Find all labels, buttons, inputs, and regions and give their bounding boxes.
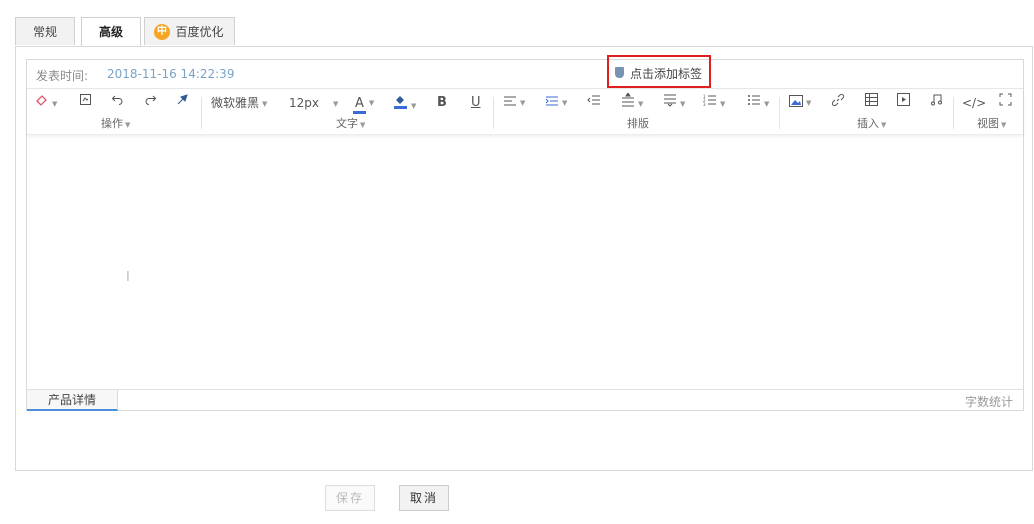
group-operation-label: 操作	[101, 117, 123, 130]
undo-icon[interactable]	[111, 93, 124, 113]
add-tag-button[interactable]: 点击添加标签	[607, 55, 711, 88]
eraser-icon[interactable]: ▼	[35, 93, 57, 113]
bold-button[interactable]: B	[437, 93, 447, 113]
editor-content-area[interactable]: I	[27, 135, 1023, 397]
group-text[interactable]: 文字 ▼	[336, 115, 365, 131]
fill-bucket-icon	[394, 96, 407, 109]
toolbar-divider	[201, 97, 202, 129]
svg-text:3: 3	[703, 102, 706, 107]
paragraph-spacing-icon[interactable]: ▼	[663, 93, 685, 113]
source-code-icon[interactable]: </>	[962, 93, 986, 113]
align-icon[interactable]: ▼	[503, 93, 525, 113]
underline-button[interactable]: U	[471, 93, 481, 113]
meta-bar: 发表时间: 2018-11-16 14:22:39 点击添加标签	[27, 55, 1023, 89]
group-operation[interactable]: 操作 ▼	[101, 115, 130, 131]
link-icon[interactable]	[831, 93, 845, 113]
add-tag-label: 点击添加标签	[630, 67, 703, 81]
rich-text-editor: 发表时间: 2018-11-16 14:22:39 点击添加标签 ▼ 操作 ▼ …	[26, 55, 1024, 412]
editor-footer: 产品详情 字数统计	[27, 389, 1023, 412]
save-button[interactable]: 保存	[325, 485, 375, 511]
outdent-icon[interactable]	[587, 93, 601, 113]
ordered-list-icon[interactable]: 1 2 3 ▼	[703, 93, 725, 113]
fullscreen-icon[interactable]	[999, 93, 1012, 113]
text-cursor-icon: I	[126, 270, 130, 285]
font-color-button[interactable]: A ▼	[353, 93, 374, 114]
tag-icon	[615, 67, 624, 78]
group-layout-label: 排版	[627, 117, 649, 130]
font-color-icon: A	[353, 95, 366, 114]
product-detail-tab[interactable]: 产品详情	[27, 390, 118, 411]
font-size-value: 12px	[289, 96, 319, 110]
indent-icon[interactable]: ▼	[545, 93, 567, 113]
bg-color-button[interactable]: ▼	[393, 93, 416, 113]
image-icon[interactable]: ▼	[789, 93, 811, 113]
group-insert-label: 插入	[857, 117, 879, 130]
font-size-select[interactable]: 12px ▼	[289, 93, 338, 113]
tab-baidu-seo-label: 百度优化	[175, 25, 224, 39]
table-icon[interactable]	[865, 93, 878, 113]
tab-general[interactable]: 常规	[15, 17, 75, 45]
music-icon[interactable]	[930, 93, 943, 113]
toolbar-divider	[779, 97, 780, 129]
word-count-button[interactable]: 字数统计	[965, 393, 1013, 410]
font-family-select[interactable]: 微软雅黑 ▼	[211, 93, 267, 113]
group-view-label: 视图	[977, 117, 999, 130]
publish-time-label: 发表时间:	[36, 69, 89, 83]
video-icon[interactable]	[897, 93, 910, 113]
baidu-shield-icon: 中	[154, 24, 170, 40]
publish-time-value[interactable]: 2018-11-16 14:22:39	[107, 67, 234, 81]
template-icon[interactable]	[79, 93, 92, 113]
cancel-button[interactable]: 取消	[399, 485, 449, 511]
tab-advanced[interactable]: 高级	[81, 17, 141, 47]
group-layout[interactable]: 排版	[627, 115, 649, 131]
toolbar-divider	[953, 97, 954, 129]
toolbar-divider	[493, 97, 494, 129]
tab-baidu-seo[interactable]: 中 百度优化	[144, 17, 235, 45]
group-view[interactable]: 视图 ▼	[977, 115, 1006, 131]
group-insert[interactable]: 插入 ▼	[857, 115, 886, 131]
redo-icon[interactable]	[144, 93, 157, 113]
group-text-label: 文字	[336, 117, 358, 130]
line-height-icon[interactable]: ▼	[621, 92, 643, 113]
unordered-list-icon[interactable]: ▼	[747, 93, 769, 113]
font-family-value: 微软雅黑	[211, 96, 260, 110]
advanced-panel: 发表时间: 2018-11-16 14:22:39 点击添加标签 ▼ 操作 ▼ …	[15, 46, 1033, 471]
format-painter-icon[interactable]	[175, 93, 189, 113]
editor-toolbar: ▼ 操作 ▼ 微软雅黑 ▼ 12px ▼ A ▼ ▼ B U 文字 ▼ ▼ ▼ …	[27, 89, 1023, 135]
